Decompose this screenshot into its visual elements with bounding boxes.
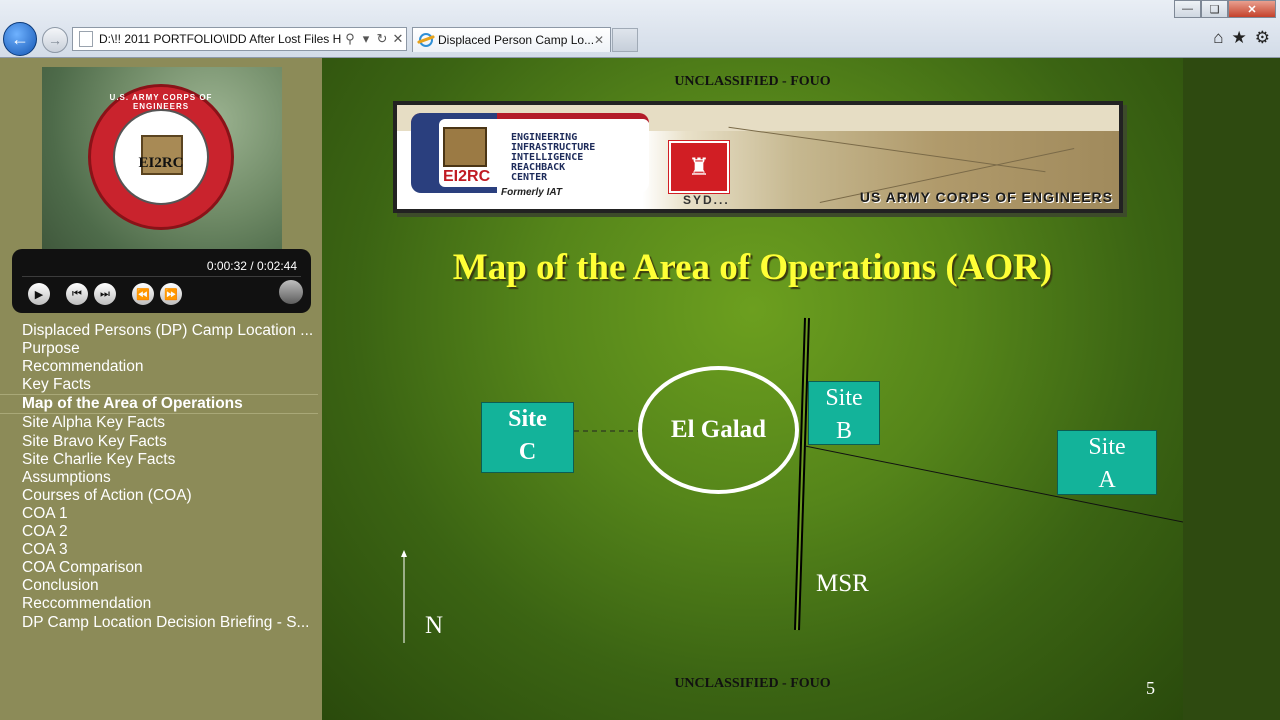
outline-item[interactable]: Recommendation xyxy=(0,358,318,376)
el-galad-town: El Galad xyxy=(638,366,799,494)
ei2rc-seal: U.S. ARMY CORPS OF ENGINEERS EI2RC xyxy=(88,84,234,230)
outline-item[interactable]: Key Facts xyxy=(0,376,318,394)
tab-close-icon[interactable]: ✕ xyxy=(594,33,610,47)
close-window-button[interactable]: ✕ xyxy=(1228,0,1276,18)
outline-item[interactable]: Site Bravo Key Facts xyxy=(0,433,318,451)
ie-icon xyxy=(419,33,433,47)
star-icon[interactable]: ★ xyxy=(1232,28,1247,48)
page-icon xyxy=(79,31,93,47)
volume-icon[interactable] xyxy=(279,280,303,304)
tab-active[interactable]: Displaced Person Camp Lo... ✕ xyxy=(412,27,611,52)
north-label: N xyxy=(425,612,444,639)
outline-item[interactable]: Purpose xyxy=(0,340,318,358)
gear-icon[interactable]: ⚙ xyxy=(1255,28,1270,48)
ei2rc-logo: U.S. ARMY CORPS OF ENGINEERS EI2RC xyxy=(42,67,282,249)
forward-button[interactable]: → xyxy=(42,27,68,53)
slide-outline: Displaced Persons (DP) Camp Location ...… xyxy=(0,322,322,632)
site-b-label: Site xyxy=(825,385,863,411)
seal-acronym: EI2RC xyxy=(138,155,184,171)
player-sidebar: U.S. ARMY CORPS OF ENGINEERS EI2RC 0:00:… xyxy=(0,58,322,720)
next-slide-button[interactable]: ⏭ xyxy=(94,283,116,305)
site-a-letter: A xyxy=(1098,467,1116,493)
outline-item[interactable]: DP Camp Location Decision Briefing - S..… xyxy=(0,614,318,632)
north-arrow-head xyxy=(401,550,407,557)
minimize-button[interactable]: — xyxy=(1174,0,1201,18)
site-a-label: Site xyxy=(1088,434,1126,460)
search-icon[interactable]: ⚲ xyxy=(342,31,358,47)
outline-item-active[interactable]: Map of the Area of Operations xyxy=(0,394,318,415)
stop-icon[interactable]: ✕ xyxy=(390,31,406,47)
refresh-icon[interactable]: ↻ xyxy=(374,31,390,47)
address-bar[interactable]: D:\!! 2011 PORTFOLIO\IDD After Lost File… xyxy=(72,27,407,51)
site-b-letter: B xyxy=(835,418,852,444)
play-button[interactable]: ▶ xyxy=(28,283,50,305)
slide-stage: UNCLASSIFIED - FOUO EI2RC ENGINEERING IN… xyxy=(322,58,1280,720)
fast-forward-button[interactable]: ⏩ xyxy=(160,283,182,305)
media-player: 0:00:32 / 0:02:44 ▶ ⏮ ⏭ ⏪ ⏩ xyxy=(12,249,311,313)
site-a-box: Site A xyxy=(1057,430,1157,495)
window-controls: — ❑ ✕ xyxy=(1174,0,1276,19)
outline-item[interactable]: Site Charlie Key Facts xyxy=(0,451,318,469)
outline-item[interactable]: Courses of Action (COA) xyxy=(0,487,318,505)
tab-title: Displaced Person Camp Lo... xyxy=(438,33,594,47)
outline-item[interactable]: Site Alpha Key Facts xyxy=(0,414,318,432)
outline-item[interactable]: COA 1 xyxy=(0,505,318,523)
site-c-letter: C xyxy=(518,439,537,465)
outline-item[interactable]: Displaced Persons (DP) Camp Location ... xyxy=(0,322,318,340)
page-number: 5 xyxy=(1146,678,1155,698)
dropdown-icon[interactable]: ▾ xyxy=(358,31,374,47)
slide: UNCLASSIFIED - FOUO EI2RC ENGINEERING IN… xyxy=(322,58,1183,720)
back-button[interactable]: ← xyxy=(3,22,37,56)
outline-item[interactable]: Assumptions xyxy=(0,469,318,487)
classification-bottom: UNCLASSIFIED - FOUO xyxy=(674,676,831,691)
playback-time: 0:00:32 / 0:02:44 xyxy=(206,259,297,273)
msr-road-center xyxy=(796,317,808,631)
outline-item[interactable]: Reccommendation xyxy=(0,595,318,613)
outline-item[interactable]: COA 2 xyxy=(0,523,318,541)
new-tab-button[interactable] xyxy=(612,28,638,52)
outline-item[interactable]: COA Comparison xyxy=(0,559,318,577)
previous-slide-button[interactable]: ⏮ xyxy=(66,283,88,305)
outline-item[interactable]: COA 3 xyxy=(0,541,318,559)
browser-chrome: ← → D:\!! 2011 PORTFOLIO\IDD After Lost … xyxy=(0,0,1280,58)
maximize-button[interactable]: ❑ xyxy=(1201,0,1228,18)
toolbar-icons: ⌂ ★ ⚙ xyxy=(1213,28,1270,48)
site-b-box: Site B xyxy=(808,381,880,445)
home-icon[interactable]: ⌂ xyxy=(1213,28,1223,48)
address-url[interactable]: D:\!! 2011 PORTFOLIO\IDD After Lost File… xyxy=(99,32,342,46)
player-divider xyxy=(22,276,301,277)
msr-label: MSR xyxy=(816,570,869,597)
site-c-box: Site C xyxy=(481,402,574,473)
outline-item[interactable]: Conclusion xyxy=(0,577,318,595)
site-c-label: Site xyxy=(508,406,547,432)
rewind-button[interactable]: ⏪ xyxy=(132,283,154,305)
el-galad-label: El Galad xyxy=(670,416,767,443)
